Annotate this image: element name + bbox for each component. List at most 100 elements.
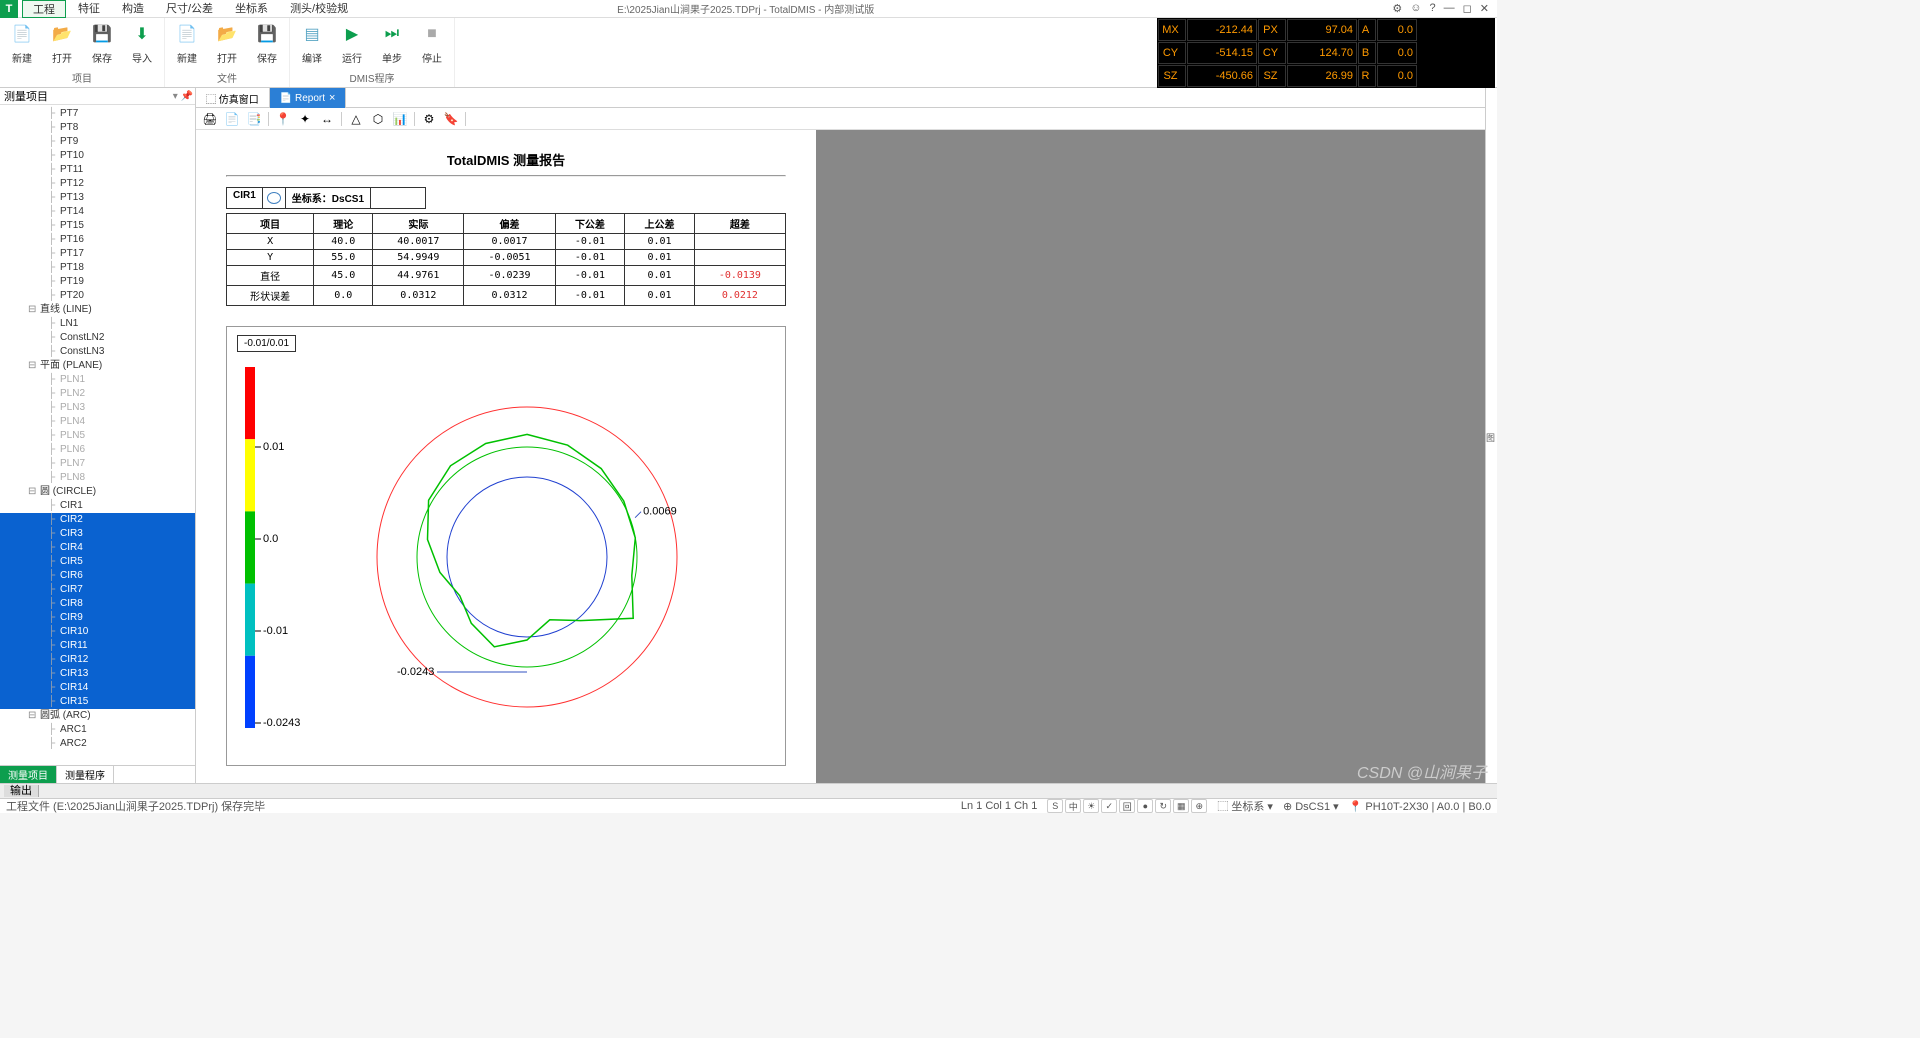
help-icon[interactable]: ? [1429, 2, 1435, 15]
tool-icon[interactable]: 🖨 [202, 111, 218, 127]
ribbon-新建[interactable]: 📄新建 [169, 20, 205, 65]
panel-tab[interactable]: 测量程序 [57, 766, 114, 783]
tab-仿真窗口[interactable]: ⬚ 仿真窗口 [196, 88, 270, 108]
tool-icon[interactable]: 📍 [275, 111, 291, 127]
tray-icon[interactable]: ⊕ [1191, 799, 1207, 813]
tool-icon[interactable]: ✦ [297, 111, 313, 127]
menu-构造[interactable]: 构造 [112, 0, 154, 18]
ribbon-编译[interactable]: ▤编译 [294, 20, 330, 65]
dscs-dropdown[interactable]: ⊕ DsCS1 ▾ [1283, 800, 1339, 813]
cs-dropdown[interactable]: ⬚ 坐标系 ▾ [1217, 798, 1273, 814]
tree-CIR11[interactable]: CIR11 [0, 639, 195, 653]
tool-icon[interactable]: ⚙ [421, 111, 437, 127]
tree-PT13[interactable]: PT13 [0, 191, 195, 205]
ribbon-打开[interactable]: 📂打开 [209, 20, 245, 65]
menu-坐标系[interactable]: 坐标系 [225, 0, 278, 18]
minimize-icon[interactable]: — [1444, 2, 1455, 15]
tree-CIR14[interactable]: CIR14 [0, 681, 195, 695]
tree-PT14[interactable]: PT14 [0, 205, 195, 219]
ribbon-导入[interactable]: ⬇导入 [124, 20, 160, 65]
report-viewport[interactable]: TotalDMIS 测量报告 CIR1 坐标系：DsCS1 项目理论实际偏差下公… [196, 130, 1485, 783]
pin-icon[interactable]: ▾ 📌 [173, 91, 193, 102]
tree-CIR7[interactable]: CIR7 [0, 583, 195, 597]
tree-PT10[interactable]: PT10 [0, 149, 195, 163]
tree-PT18[interactable]: PT18 [0, 261, 195, 275]
ribbon-运行[interactable]: ▶运行 [334, 20, 370, 65]
menu-工程[interactable]: 工程 [22, 0, 66, 18]
tool-icon[interactable]: 📑 [246, 111, 262, 127]
tree-CIR15[interactable]: CIR15 [0, 695, 195, 709]
tree-CIR2[interactable]: CIR2 [0, 513, 195, 527]
tree-CIR4[interactable]: CIR4 [0, 541, 195, 555]
data-table: 项目理论实际偏差下公差上公差超差X40.040.00170.0017-0.010… [226, 213, 786, 306]
tree-PLN6[interactable]: PLN6 [0, 443, 195, 457]
feature-tree[interactable]: PT7PT8PT9PT10PT11PT12PT13PT14PT15PT16PT1… [0, 105, 195, 765]
tray-icon[interactable]: S [1047, 799, 1063, 813]
tray-icon[interactable]: 回 [1119, 799, 1135, 813]
tree-ConstLN3[interactable]: ConstLN3 [0, 345, 195, 359]
tree-PT8[interactable]: PT8 [0, 121, 195, 135]
tree-PLN1[interactable]: PLN1 [0, 373, 195, 387]
tree-group[interactable]: 圆弧 (ARC) [0, 709, 195, 723]
menu-测头/校验规[interactable]: 测头/校验规 [280, 0, 358, 18]
side-tab[interactable]: 图 [1485, 88, 1497, 783]
tray-icon[interactable]: ● [1137, 799, 1153, 813]
tool-icon[interactable]: 📊 [392, 111, 408, 127]
tree-group[interactable]: 直线 (LINE) [0, 303, 195, 317]
menu-尺寸/公差[interactable]: 尺寸/公差 [156, 0, 223, 18]
tree-CIR5[interactable]: CIR5 [0, 555, 195, 569]
tree-PT9[interactable]: PT9 [0, 135, 195, 149]
ribbon-保存[interactable]: 💾保存 [84, 20, 120, 65]
tree-PLN8[interactable]: PLN8 [0, 471, 195, 485]
ribbon-保存[interactable]: 💾保存 [249, 20, 285, 65]
tab-Report[interactable]: 📄 Report × [270, 88, 347, 108]
tree-PLN4[interactable]: PLN4 [0, 415, 195, 429]
tree-ARC1[interactable]: ARC1 [0, 723, 195, 737]
close-icon[interactable]: ✕ [1480, 2, 1489, 15]
tree-CIR10[interactable]: CIR10 [0, 625, 195, 639]
tool-icon[interactable]: 📄 [224, 111, 240, 127]
ribbon-新建[interactable]: 📄新建 [4, 20, 40, 65]
menu-特征[interactable]: 特征 [68, 0, 110, 18]
tree-CIR1[interactable]: CIR1 [0, 499, 195, 513]
tree-CIR12[interactable]: CIR12 [0, 653, 195, 667]
tree-ARC2[interactable]: ARC2 [0, 737, 195, 751]
tree-PT15[interactable]: PT15 [0, 219, 195, 233]
ribbon-单步[interactable]: ⏭单步 [374, 20, 410, 65]
tray-icon[interactable]: ↻ [1155, 799, 1171, 813]
tree-group[interactable]: 圆 (CIRCLE) [0, 485, 195, 499]
tree-group[interactable]: 平面 (PLANE) [0, 359, 195, 373]
tree-PT17[interactable]: PT17 [0, 247, 195, 261]
tree-PLN2[interactable]: PLN2 [0, 387, 195, 401]
tree-PT16[interactable]: PT16 [0, 233, 195, 247]
tree-PT12[interactable]: PT12 [0, 177, 195, 191]
tree-CIR3[interactable]: CIR3 [0, 527, 195, 541]
tree-PT11[interactable]: PT11 [0, 163, 195, 177]
ribbon-打开[interactable]: 📂打开 [44, 20, 80, 65]
maximize-icon[interactable]: ◻ [1463, 2, 1472, 15]
tool-icon[interactable]: △ [348, 111, 364, 127]
tool-icon[interactable]: 🔖 [443, 111, 459, 127]
tree-CIR8[interactable]: CIR8 [0, 597, 195, 611]
tree-CIR13[interactable]: CIR13 [0, 667, 195, 681]
tree-LN1[interactable]: LN1 [0, 317, 195, 331]
tool-icon[interactable]: ⬡ [370, 111, 386, 127]
tree-CIR9[interactable]: CIR9 [0, 611, 195, 625]
tree-PLN3[interactable]: PLN3 [0, 401, 195, 415]
gear-icon[interactable]: ⚙ [1392, 2, 1402, 15]
tree-CIR6[interactable]: CIR6 [0, 569, 195, 583]
tree-ConstLN2[interactable]: ConstLN2 [0, 331, 195, 345]
tree-PT20[interactable]: PT20 [0, 289, 195, 303]
ribbon-停止[interactable]: ■停止 [414, 20, 450, 65]
tree-PLN5[interactable]: PLN5 [0, 429, 195, 443]
user-icon[interactable]: ☺ [1410, 2, 1421, 15]
tray-icon[interactable]: ▦ [1173, 799, 1189, 813]
tree-PT19[interactable]: PT19 [0, 275, 195, 289]
tray-icon[interactable]: 中 [1065, 799, 1081, 813]
tray-icon[interactable]: ✓ [1101, 799, 1117, 813]
tree-PLN7[interactable]: PLN7 [0, 457, 195, 471]
tray-icon[interactable]: ☀ [1083, 799, 1099, 813]
tool-icon[interactable]: ↔ [319, 111, 335, 127]
tree-PT7[interactable]: PT7 [0, 107, 195, 121]
panel-tab[interactable]: 测量项目 [0, 766, 57, 783]
